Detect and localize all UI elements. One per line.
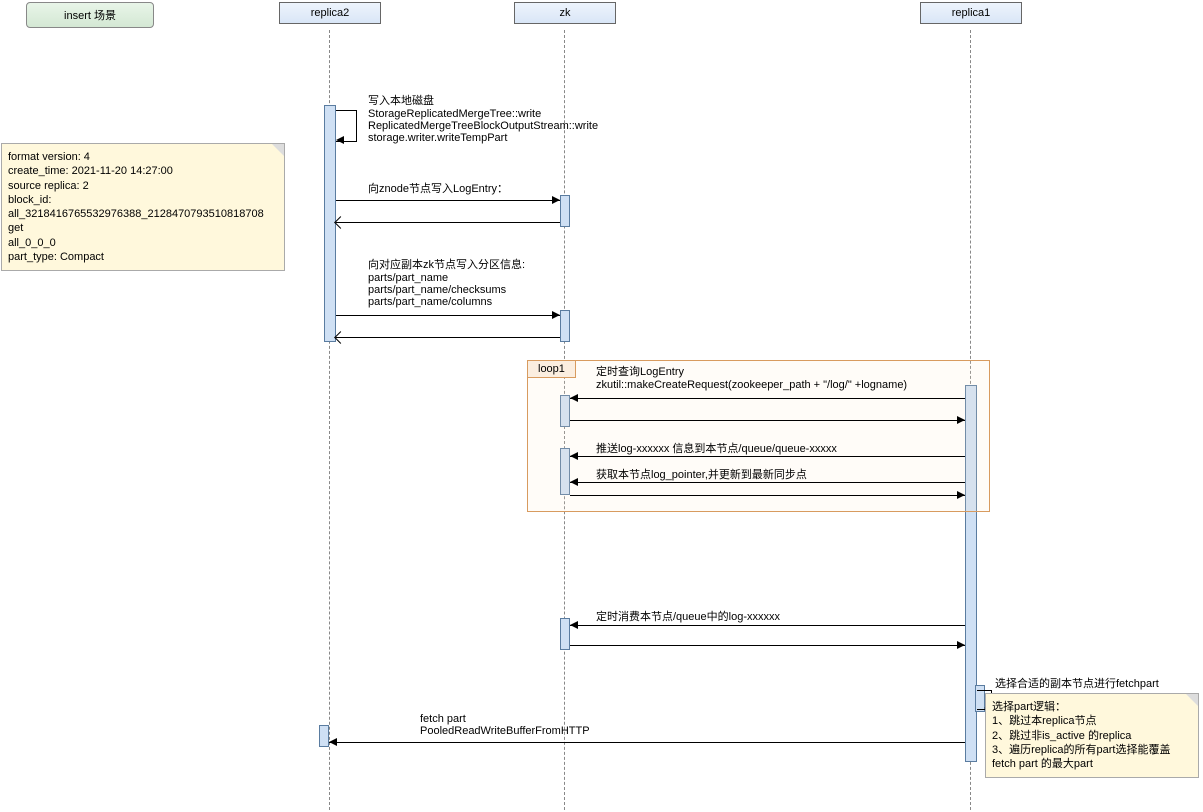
- arrowhead: [957, 416, 965, 424]
- return-arrow: [570, 420, 965, 421]
- msg-arrow: [336, 315, 560, 316]
- participant-replica1: replica1: [920, 2, 1022, 24]
- arrowhead-open: [334, 216, 347, 229]
- return-arrow: [336, 337, 560, 338]
- msg-write-logentry: 向znode节点写入LogEntry：: [368, 180, 508, 196]
- arrowhead: [957, 491, 965, 499]
- msg-line: ReplicatedMergeTreeBlockOutputStream::wr…: [368, 120, 598, 132]
- note-line: block_id:: [8, 193, 278, 207]
- arrowhead-open: [334, 331, 347, 344]
- note-line: all_0_0_0: [8, 236, 278, 250]
- note-select-part-logic: 选择part逻辑： 1、跳过本replica节点 2、跳过非is_active …: [985, 693, 1199, 778]
- note-line: all_3218416765532976388_2128470793510818…: [8, 207, 278, 221]
- arrowhead: [329, 738, 337, 746]
- return-arrow: [336, 222, 560, 223]
- note-logentry-content: format version: 4 create_time: 2021-11-2…: [1, 143, 285, 271]
- return-arrow: [570, 645, 965, 646]
- activation-zk-1: [560, 195, 570, 227]
- participant-label: replica2: [311, 7, 350, 19]
- arrowhead: [570, 621, 578, 629]
- note-line: format version: 4: [8, 150, 278, 164]
- diagram-title: insert 场景: [26, 2, 154, 28]
- title-text: insert 场景: [64, 10, 116, 22]
- participant-replica2: replica2: [279, 2, 381, 24]
- msg-line: 定时查询LogEntry: [596, 363, 907, 379]
- msg-push-log: 推送log-xxxxxx 信息到本节点/queue/queue-xxxxx: [596, 440, 837, 456]
- activation-zk-2: [560, 310, 570, 342]
- msg-arrow: [570, 398, 965, 399]
- note-line: 2、跳过非is_active 的replica: [992, 729, 1192, 743]
- msg-arrow: [570, 456, 965, 457]
- msg-line: 向对应副本zk节点写入分区信息:: [368, 256, 525, 272]
- return-arrow: [570, 495, 965, 496]
- msg-line: fetch part: [420, 713, 590, 725]
- msg-line: parts/part_name: [368, 272, 525, 284]
- msg-arrow: [329, 742, 965, 743]
- msg-log-pointer: 获取本节点log_pointer,并更新到最新同步点: [596, 466, 807, 482]
- msg-query-logentry: 定时查询LogEntry zkutil::makeCreateRequest(z…: [596, 363, 907, 391]
- msg-line: 写入本地磁盘: [368, 92, 598, 108]
- participant-label: replica1: [952, 7, 991, 19]
- msg-arrow: [336, 200, 560, 201]
- note-line: 1、跳过本replica节点: [992, 714, 1192, 728]
- note-line: fetch part 的最大part: [992, 757, 1192, 771]
- arrowhead: [570, 394, 578, 402]
- msg-line: StorageReplicatedMergeTree::write: [368, 108, 598, 120]
- self-msg-write-disk: 写入本地磁盘 StorageReplicatedMergeTree::write…: [368, 92, 598, 144]
- note-line: get: [8, 221, 278, 235]
- arrowhead: [957, 641, 965, 649]
- participant-zk: zk: [514, 2, 616, 24]
- note-line: source replica: 2: [8, 179, 278, 193]
- msg-line: parts/part_name/columns: [368, 296, 525, 308]
- note-line: create_time: 2021-11-20 14:27:00: [8, 164, 278, 178]
- msg-line: zkutil::makeCreateRequest(zookeeper_path…: [596, 379, 907, 391]
- msg-write-partition: 向对应副本zk节点写入分区信息: parts/part_name parts/p…: [368, 256, 525, 308]
- arrowhead: [570, 478, 578, 486]
- activation-zk-5: [560, 618, 570, 650]
- msg-consume-queue: 定时消费本节点/queue中的log-xxxxxx: [596, 608, 780, 624]
- note-line: part_type: Compact: [8, 250, 278, 264]
- activation-replica2-2: [319, 725, 329, 747]
- note-line: 选择part逻辑：: [992, 700, 1192, 714]
- msg-line: PooledReadWriteBufferFromHTTP: [420, 725, 590, 737]
- msg-line: parts/part_name/checksums: [368, 284, 525, 296]
- msg-arrow: [570, 625, 965, 626]
- arrowhead: [570, 452, 578, 460]
- note-line: 3、遍历replica的所有part选择能覆盖: [992, 743, 1192, 757]
- loop-label: loop1: [528, 361, 576, 378]
- msg-arrow: [570, 482, 965, 483]
- msg-line: storage.writer.writeTempPart: [368, 132, 598, 144]
- participant-label: zk: [560, 7, 571, 19]
- msg-fetch-part: fetch part PooledReadWriteBufferFromHTTP: [420, 713, 590, 737]
- arrowhead: [336, 136, 344, 144]
- self-msg-fetchpart: 选择合适的副本节点进行fetchpart: [995, 675, 1159, 691]
- arrowhead: [552, 311, 560, 319]
- arrowhead: [552, 196, 560, 204]
